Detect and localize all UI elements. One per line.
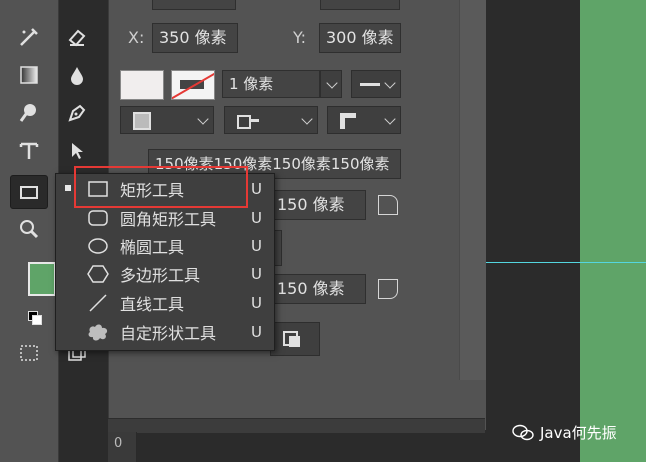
- stroke-width-dropdown[interactable]: [320, 70, 342, 98]
- default-colors-icon[interactable]: [28, 311, 42, 325]
- flyout-item-shortcut: U: [251, 294, 262, 312]
- watermark: Java何先振: [512, 422, 617, 443]
- flyout-item-ellipse[interactable]: 椭圆工具 U: [56, 232, 274, 260]
- stroke-cap-dropdown[interactable]: [224, 106, 318, 134]
- pen-icon[interactable]: [64, 100, 90, 126]
- y-label: Y:: [293, 28, 307, 47]
- flyout-item-polygon[interactable]: 多边形工具 U: [56, 260, 274, 288]
- flyout-item-shortcut: U: [251, 180, 262, 198]
- type-icon[interactable]: [16, 138, 42, 164]
- flyout-item-label: 直线工具: [120, 295, 185, 314]
- blur-icon[interactable]: [64, 62, 90, 88]
- flyout-item-label: 多边形工具: [120, 266, 201, 285]
- tool-bar: [0, 0, 86, 462]
- corner-radius-bottom-left-input[interactable]: 150 像素: [268, 274, 366, 304]
- canvas-area[interactable]: [486, 0, 581, 462]
- flyout-item-shortcut: U: [251, 323, 262, 341]
- flyout-item-shortcut: U: [251, 265, 262, 283]
- stroke-align-dropdown[interactable]: [120, 106, 214, 134]
- flyout-item-custom-shape[interactable]: 自定形状工具 U: [56, 318, 274, 346]
- ellipse-icon: [86, 236, 110, 256]
- zoom-icon[interactable]: [16, 216, 42, 242]
- custom-shape-icon: [86, 322, 110, 342]
- green-shape[interactable]: [580, 0, 646, 462]
- quick-mask-icon[interactable]: [16, 340, 42, 366]
- flyout-item-rounded-rectangle[interactable]: 圆角矩形工具 U: [56, 204, 274, 232]
- corner-top-right-icon: [378, 195, 398, 215]
- rounded-rectangle-icon: [86, 208, 110, 228]
- flyout-item-shortcut: U: [251, 237, 262, 255]
- x-input[interactable]: 350 像素: [152, 23, 238, 53]
- path-ops-button[interactable]: [270, 322, 320, 356]
- highlight-box: [74, 166, 248, 208]
- eraser-icon[interactable]: [64, 24, 90, 50]
- polygon-icon: [86, 264, 110, 284]
- fill-swatch[interactable]: [120, 70, 164, 100]
- panel-footer: [108, 418, 485, 433]
- flyout-item-label: 自定形状工具: [120, 324, 217, 343]
- dodge-icon[interactable]: [16, 100, 42, 126]
- watermark-text: Java何先振: [540, 424, 617, 442]
- guide-line[interactable]: [486, 262, 646, 263]
- stroke-swatch[interactable]: [171, 70, 215, 100]
- x-label: X:: [128, 28, 145, 47]
- top-field-partial-2[interactable]: [152, 0, 236, 10]
- healing-brush-icon[interactable]: [16, 24, 42, 50]
- flyout-item-line[interactable]: 直线工具 U: [56, 289, 274, 317]
- corner-bottom-right-icon: [378, 279, 398, 299]
- flyout-item-label: 椭圆工具: [120, 238, 185, 257]
- gradient-icon[interactable]: [16, 62, 42, 88]
- line-icon: [86, 293, 110, 313]
- flyout-item-shortcut: U: [251, 209, 262, 227]
- stroke-corner-dropdown[interactable]: [327, 106, 401, 134]
- vertical-ruler: 0: [108, 432, 137, 462]
- current-tool-marker: [65, 185, 71, 191]
- foreground-color-swatch[interactable]: [28, 262, 56, 296]
- panel-scrollbar[interactable]: [459, 0, 486, 380]
- corner-radius-top-left-input[interactable]: 150 像素: [268, 190, 366, 220]
- stroke-type-dropdown[interactable]: [351, 70, 401, 98]
- rectangle-tool-icon[interactable]: [10, 175, 48, 209]
- ruler-value: 0: [114, 436, 123, 451]
- flyout-item-label: 圆角矩形工具: [120, 210, 217, 229]
- wechat-icon: [512, 424, 534, 440]
- stroke-width-input[interactable]: 1 像素: [222, 70, 320, 98]
- top-field-partial[interactable]: [320, 0, 400, 10]
- y-input[interactable]: 300 像素: [319, 23, 401, 53]
- path-selection-icon[interactable]: [64, 138, 90, 164]
